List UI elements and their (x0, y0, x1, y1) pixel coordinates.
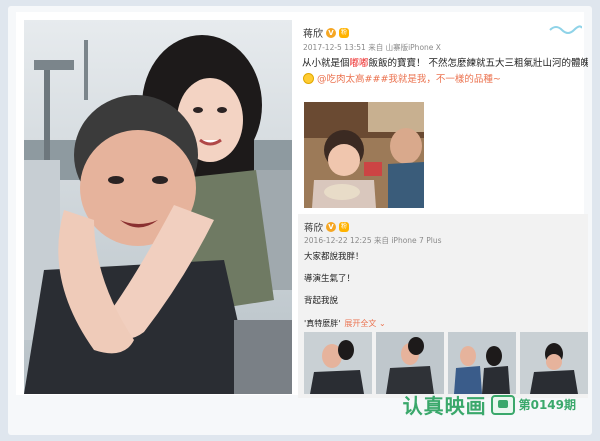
post-username[interactable]: 蒋欣 V 粉 (303, 25, 349, 40)
piggyback-photo (24, 20, 292, 394)
thumbnail-image[interactable] (520, 332, 588, 394)
thumbnail-image[interactable] (304, 332, 372, 394)
laugh-emoji-icon (303, 73, 314, 84)
repost-line-1: 大家都說我胖！ (304, 252, 364, 262)
level-badge-icon: 粉 (339, 27, 349, 38)
repost-line-2: 導演生氣了！ (304, 274, 356, 284)
tv-icon (490, 394, 515, 415)
username-text[interactable]: 蒋欣 (303, 25, 323, 40)
repost-tag: '真特麼胖' (304, 319, 341, 328)
thumbnail-image[interactable] (448, 332, 516, 394)
post-text-prefix: 从小就是個 (302, 58, 350, 69)
post-text-line-1: 从小就是個嘟嘟飯飯的寶寶！ 不然怎麼練就五大三粗氣壯山河的體魄！！ (298, 56, 588, 72)
page-frame: 蒋欣 V 粉 2017-12-5 13:51 来自 山寨版iPhone X 从小… (8, 6, 592, 435)
weibo-post-column: 蒋欣 V 粉 2017-12-5 13:51 来自 山寨版iPhone X 从小… (298, 18, 588, 398)
post-text-suffix: 飯飯的寶寶！ 不然怎麼練就五大三粗氣壯山河的體魄！！ (368, 58, 588, 69)
mention-link[interactable]: @吃肉太高###我就是我，不一樣的品種~ (317, 74, 501, 85)
repost-meta: 2016-12-22 12:25 来自 iPhone 7 Plus (304, 236, 442, 245)
thumbnail-image[interactable] (376, 332, 444, 394)
issue-number: 第0149期 (518, 398, 576, 412)
repost-block: 蒋欣 V 粉 2016-12-22 12:25 来自 iPhone 7 Plus… (298, 214, 588, 398)
footer-logo: 认真映画 第0149期 (403, 390, 576, 419)
repost-thumbnails (304, 332, 588, 394)
post-text-highlight: 嘟嘟 (349, 58, 369, 69)
decorative-wave-icon (549, 25, 582, 34)
verified-v-icon: V (326, 222, 337, 232)
post-meta: 2017-12-5 13:51 来自 山寨版iPhone X (303, 43, 441, 52)
content-card: 蒋欣 V 粉 2017-12-5 13:51 来自 山寨版iPhone X 从小… (16, 12, 588, 398)
post-header: 蒋欣 V 粉 2017-12-5 13:51 来自 山寨版iPhone X (298, 18, 588, 56)
repost-username[interactable]: 蒋欣 V 粉 (304, 220, 350, 234)
childhood-eating-photo[interactable] (304, 102, 424, 208)
post-text-line-2: @吃肉太高###我就是我，不一樣的品種~ (298, 72, 588, 88)
brand-name: 认真映画 (402, 394, 487, 418)
expand-full-text-link[interactable]: 展开全文 ⌄ (344, 318, 385, 329)
verified-v-icon: V (326, 27, 336, 38)
repost-line-3: 背起我說 (304, 296, 339, 306)
repost-tag-row: '真特麼胖' 展开全文 ⌄ (304, 318, 386, 329)
repost-username-text[interactable]: 蒋欣 (304, 220, 323, 234)
level-badge-icon: 粉 (339, 222, 350, 232)
